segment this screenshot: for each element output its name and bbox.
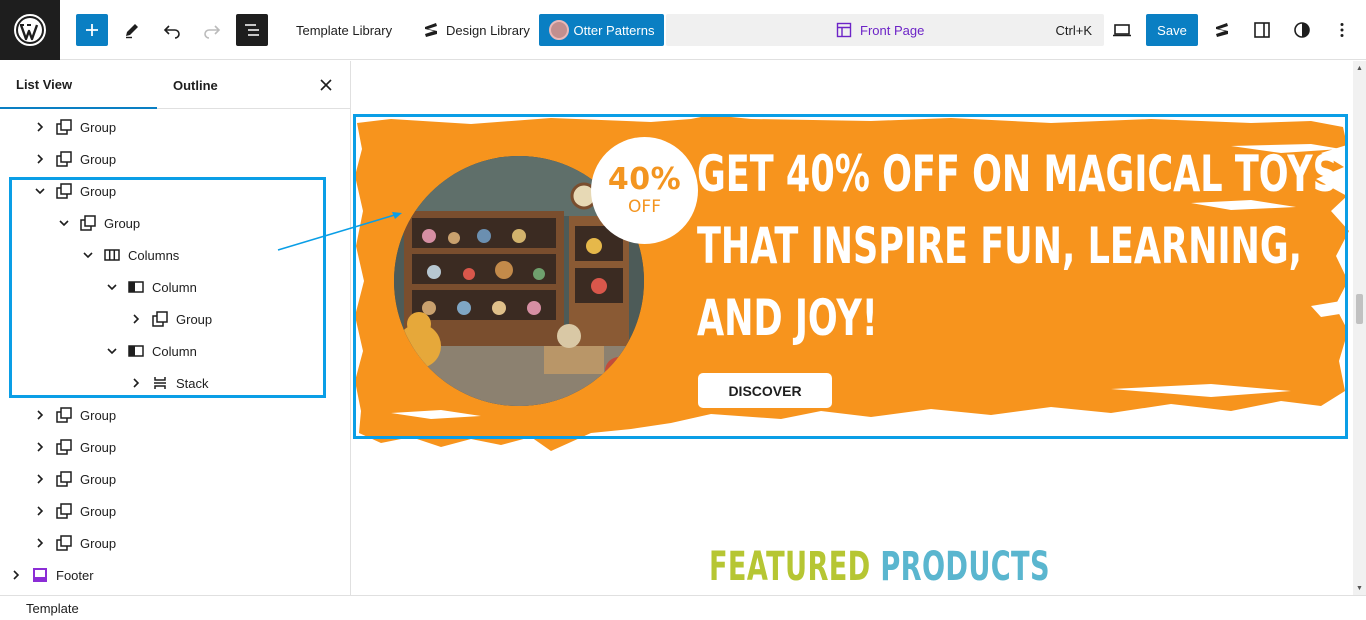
featured-products-heading[interactable]: FEATURED PRODUCTS <box>709 544 1050 590</box>
chevron-right-icon[interactable] <box>32 471 48 487</box>
undo-button[interactable] <box>156 14 188 46</box>
editor-toolbar: Template Library Design Library Otter Pa… <box>0 0 1366 60</box>
list-view-item-label: Footer <box>56 567 94 583</box>
chevron-right-icon[interactable] <box>32 151 48 167</box>
plus-icon <box>86 24 98 36</box>
products-word: PRODUCTS <box>880 544 1050 590</box>
styles-button[interactable] <box>1286 14 1318 46</box>
discount-percent: 40% <box>607 162 682 197</box>
list-view-item[interactable]: Group <box>32 463 116 495</box>
wordpress-icon <box>14 14 46 46</box>
headline-line-1: GET 40% OFF ON MAGICAL TOYS <box>697 145 1338 203</box>
scroll-down-arrow-icon[interactable]: ▼ <box>1353 581 1366 595</box>
block-breadcrumb-bar: Template <box>0 595 1366 620</box>
list-view-item-label: Group <box>80 471 117 487</box>
group-icon <box>56 151 72 167</box>
group-icon <box>56 439 72 455</box>
document-overview-button[interactable] <box>236 14 268 46</box>
discover-button[interactable]: DISCOVER <box>698 373 832 408</box>
stackable-logo-icon <box>425 23 437 37</box>
template-library-button[interactable]: Template Library <box>288 14 400 46</box>
document-title: Front Page <box>860 22 925 38</box>
template-library-label: Template Library <box>296 22 393 38</box>
featured-word: FEATURED <box>709 544 871 590</box>
breadcrumb-template[interactable]: Template <box>26 601 79 616</box>
stackable-icon <box>1216 23 1228 37</box>
banner-headline[interactable]: GET 40% OFF ON MAGICAL TOYS THAT INSPIRE… <box>697 138 1338 354</box>
chevron-right-icon[interactable] <box>8 567 24 583</box>
list-view-icon <box>245 24 259 36</box>
desktop-icon <box>1113 24 1131 37</box>
redo-icon <box>204 25 221 39</box>
discount-badge: 40% OFF <box>591 137 698 244</box>
list-view-item-label: Group <box>80 119 117 135</box>
headline-line-2: THAT INSPIRE FUN, LEARNING, <box>697 217 1302 275</box>
otter-patterns-button[interactable]: Otter Patterns <box>539 14 664 46</box>
scroll-up-arrow-icon[interactable]: ▲ <box>1353 61 1366 75</box>
group-icon <box>56 535 72 551</box>
list-view-item-label: Group <box>80 151 117 167</box>
chevron-right-icon[interactable] <box>32 535 48 551</box>
group-icon <box>56 407 72 423</box>
list-view-item-label: Group <box>80 407 117 423</box>
chevron-right-icon[interactable] <box>32 503 48 519</box>
headline-line-3: AND JOY! <box>697 289 878 347</box>
add-block-button[interactable] <box>76 14 108 46</box>
undo-icon <box>163 25 180 39</box>
wordpress-logo-button[interactable] <box>0 0 60 60</box>
sidebar-tabs: List View Outline <box>0 61 350 109</box>
settings-sidebar-button[interactable] <box>1246 14 1278 46</box>
list-view-item[interactable]: Group <box>32 527 116 559</box>
group-icon <box>56 471 72 487</box>
close-icon <box>320 79 332 91</box>
chevron-right-icon[interactable] <box>32 439 48 455</box>
otter-avatar-icon <box>548 20 569 40</box>
more-vertical-icon <box>1340 23 1344 37</box>
list-view-sidebar: List View Outline Group Group Group Group Co… <box>0 61 351 595</box>
list-view-item[interactable]: Group <box>32 111 116 143</box>
list-view-item[interactable]: Group <box>32 399 116 431</box>
tools-button[interactable] <box>116 14 148 46</box>
discount-off-label: OFF <box>628 197 661 217</box>
options-button[interactable] <box>1326 14 1358 46</box>
tab-list-view[interactable]: List View <box>0 61 157 109</box>
scrollbar-thumb[interactable] <box>1356 294 1363 324</box>
list-view-item-label: Group <box>80 503 117 519</box>
device-preview-button[interactable] <box>1106 14 1138 46</box>
sidebar-icon <box>1254 22 1270 38</box>
design-library-label: Design Library <box>446 22 530 38</box>
group-icon <box>56 503 72 519</box>
close-sidebar-button[interactable] <box>316 75 336 95</box>
group-icon <box>56 119 72 135</box>
pencil-icon <box>126 24 138 39</box>
list-view-item[interactable]: Group <box>32 495 116 527</box>
save-button[interactable]: Save <box>1146 14 1198 46</box>
list-view-item[interactable]: Group <box>32 143 116 175</box>
canvas-scrollbar[interactable]: ▲ ▼ <box>1353 61 1366 595</box>
layout-icon <box>836 22 852 38</box>
stackable-settings-button[interactable] <box>1206 14 1238 46</box>
tab-outline[interactable]: Outline <box>173 61 218 109</box>
editor-canvas[interactable]: 40% OFF GET 40% OFF ON MAGICAL TOYS THAT… <box>351 61 1353 595</box>
footer-icon <box>32 567 48 583</box>
keyboard-shortcut: Ctrl+K <box>1055 22 1092 38</box>
redo-button[interactable] <box>196 14 228 46</box>
list-view-item-label: Group <box>80 439 117 455</box>
chevron-right-icon[interactable] <box>32 119 48 135</box>
command-palette-bar[interactable]: Front Page Ctrl+K <box>666 14 1104 46</box>
list-view-item-label: Group <box>80 535 117 551</box>
otter-patterns-label: Otter Patterns <box>573 22 655 38</box>
list-view-item[interactable]: Footer <box>8 559 94 591</box>
chevron-right-icon[interactable] <box>32 407 48 423</box>
annotation-arrow <box>277 212 402 251</box>
contrast-icon <box>1294 22 1310 38</box>
list-view-item[interactable]: Group <box>32 431 116 463</box>
design-library-button[interactable]: Design Library <box>414 14 538 46</box>
